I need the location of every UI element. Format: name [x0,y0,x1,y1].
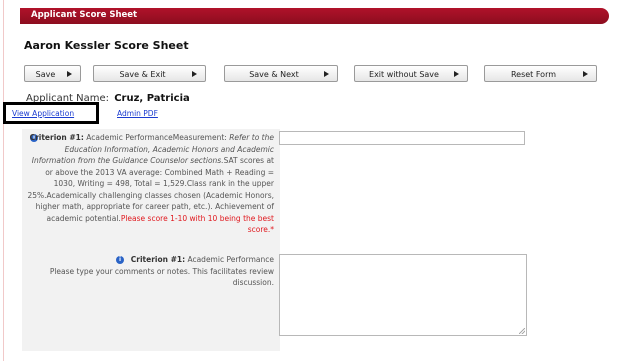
criterion-1-description: Criterion #1: Academic PerformanceMeasur… [26,132,274,236]
comments-title: Criterion #1: [130,255,186,264]
annotation-highlight-box [3,102,99,124]
header-bar: Applicant Score Sheet [20,8,609,24]
criterion-1-heading: Academic PerformanceMeasurement: [86,133,227,142]
save-and-exit-button-label: Save & Exit [119,70,166,79]
reset-form-button[interactable]: Reset Form [484,65,597,82]
exit-without-save-button[interactable]: Exit without Save [354,65,468,82]
exit-without-save-button-label: Exit without Save [369,70,439,79]
page-title: Aaron Kessler Score Sheet [24,39,189,52]
save-and-exit-button[interactable]: Save & Exit [93,65,206,82]
save-and-next-button-label: Save & Next [249,70,299,79]
save-and-next-button[interactable]: Save & Next [224,65,338,82]
criterion-1-required-note: Please score 1-10 with 10 being the best… [120,213,274,235]
header-title: Applicant Score Sheet [31,10,138,20]
admin-pdf-link[interactable]: Admin PDF [117,109,158,118]
arrow-right-icon [324,71,329,77]
arrow-right-icon [583,71,588,77]
save-button-label: Save [35,70,56,79]
criterion-1-title: Criterion #1: [29,133,84,142]
arrow-right-icon [67,71,72,77]
save-button[interactable]: Save [24,65,81,82]
page-left-border [3,0,4,361]
arrow-right-icon [192,71,197,77]
criterion-1-comments-label: Criterion #1: Academic Performance Pleas… [26,254,274,289]
applicant-name-value: Cruz, Patricia [114,93,190,104]
criterion-1-score-input[interactable] [279,131,525,145]
resize-grip-icon[interactable] [519,328,525,334]
reset-form-button-label: Reset Form [510,70,557,79]
criterion-1-comments-textarea[interactable] [279,254,527,336]
comments-instructions: Please type your comments or notes. This… [49,266,274,288]
arrow-right-icon [454,71,459,77]
comments-heading: Academic Performance [187,255,274,264]
